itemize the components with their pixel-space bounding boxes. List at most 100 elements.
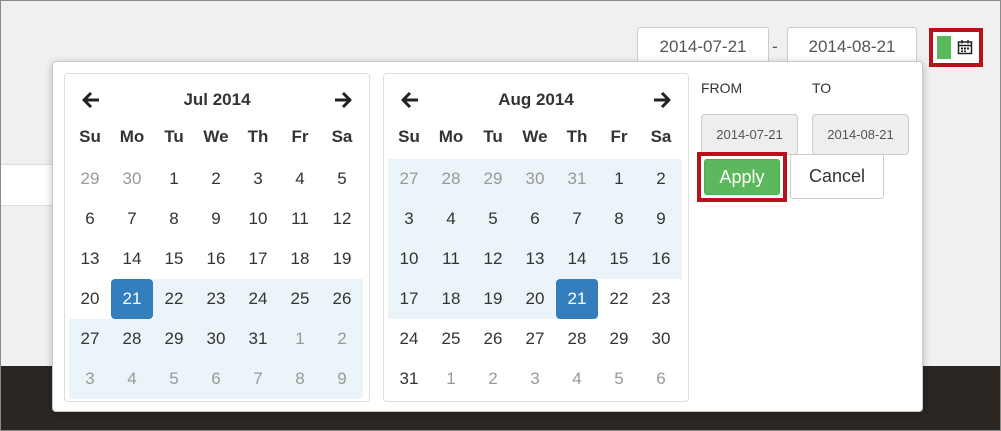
cancel-button[interactable]: Cancel xyxy=(790,154,884,199)
from-date-field[interactable]: 2014-07-21 xyxy=(701,114,798,155)
selected-day-cell[interactable]: 21 xyxy=(111,279,153,319)
day-cell[interactable]: 28 xyxy=(556,319,598,359)
day-cell[interactable]: 12 xyxy=(321,199,363,239)
arrow-right-icon[interactable] xyxy=(333,90,353,110)
to-date-field[interactable]: 2014-08-21 xyxy=(812,114,909,155)
day-cell[interactable]: 27 xyxy=(388,159,430,199)
day-cell[interactable]: 2 xyxy=(195,159,237,199)
selected-day-cell[interactable]: 21 xyxy=(556,279,598,319)
weekday-row: Su Mo Tu We Th Fr Sa xyxy=(69,127,363,147)
day-cell[interactable]: 29 xyxy=(153,319,195,359)
weekday-label: Su xyxy=(79,127,101,146)
day-cell[interactable]: 19 xyxy=(321,239,363,279)
day-cell[interactable]: 22 xyxy=(153,279,195,319)
day-cell[interactable]: 29 xyxy=(69,159,111,199)
day-cell[interactable]: 31 xyxy=(556,159,598,199)
day-cell[interactable]: 17 xyxy=(237,239,279,279)
day-cell[interactable]: 8 xyxy=(279,359,321,399)
day-cell[interactable]: 20 xyxy=(69,279,111,319)
day-cell[interactable]: 24 xyxy=(388,319,430,359)
day-cell[interactable]: 30 xyxy=(195,319,237,359)
day-cell[interactable]: 27 xyxy=(69,319,111,359)
weekday-label: Mo xyxy=(438,127,464,146)
day-grid: 29 30 1 2 3 4 5 6 7 8 9 10 11 12 13 14 15 16 17 18 19 20 21 22 2… xyxy=(69,159,363,399)
day-cell[interactable]: 31 xyxy=(388,359,430,399)
day-cell[interactable]: 29 xyxy=(598,319,640,359)
day-cell[interactable]: 5 xyxy=(153,359,195,399)
day-cell[interactable]: 23 xyxy=(640,279,682,319)
day-cell[interactable]: 24 xyxy=(237,279,279,319)
day-cell[interactable]: 28 xyxy=(430,159,472,199)
weekday-label: Th xyxy=(247,127,269,146)
day-cell[interactable]: 1 xyxy=(598,159,640,199)
day-cell[interactable]: 13 xyxy=(69,239,111,279)
day-cell[interactable]: 20 xyxy=(514,279,556,319)
day-cell[interactable]: 2 xyxy=(321,319,363,359)
day-cell[interactable]: 5 xyxy=(321,159,363,199)
calendar-icon xyxy=(957,40,973,55)
calendar-toggle-button[interactable] xyxy=(929,28,983,67)
day-cell[interactable]: 8 xyxy=(598,199,640,239)
day-cell[interactable]: 1 xyxy=(430,359,472,399)
day-cell[interactable]: 23 xyxy=(195,279,237,319)
day-cell[interactable]: 18 xyxy=(430,279,472,319)
day-cell[interactable]: 16 xyxy=(640,239,682,279)
arrow-right-icon[interactable] xyxy=(652,90,672,110)
day-cell[interactable]: 12 xyxy=(472,239,514,279)
day-cell[interactable]: 14 xyxy=(556,239,598,279)
day-cell[interactable]: 15 xyxy=(153,239,195,279)
day-cell[interactable]: 19 xyxy=(472,279,514,319)
day-cell[interactable]: 29 xyxy=(472,159,514,199)
day-cell[interactable]: 28 xyxy=(111,319,153,359)
day-cell[interactable]: 5 xyxy=(598,359,640,399)
day-cell[interactable]: 30 xyxy=(514,159,556,199)
day-cell[interactable]: 14 xyxy=(111,239,153,279)
day-cell[interactable]: 6 xyxy=(69,199,111,239)
day-cell[interactable]: 7 xyxy=(111,199,153,239)
day-cell[interactable]: 25 xyxy=(430,319,472,359)
day-cell[interactable]: 4 xyxy=(111,359,153,399)
day-cell[interactable]: 11 xyxy=(279,199,321,239)
day-cell[interactable]: 2 xyxy=(472,359,514,399)
day-cell[interactable]: 3 xyxy=(388,199,430,239)
day-cell[interactable]: 3 xyxy=(69,359,111,399)
day-cell[interactable]: 9 xyxy=(321,359,363,399)
day-cell[interactable]: 1 xyxy=(153,159,195,199)
day-cell[interactable]: 15 xyxy=(598,239,640,279)
weekday-label: Th xyxy=(566,127,588,146)
day-cell[interactable]: 13 xyxy=(514,239,556,279)
day-cell[interactable]: 16 xyxy=(195,239,237,279)
day-cell[interactable]: 3 xyxy=(237,159,279,199)
day-cell[interactable]: 30 xyxy=(640,319,682,359)
day-cell[interactable]: 18 xyxy=(279,239,321,279)
day-cell[interactable]: 6 xyxy=(195,359,237,399)
day-cell[interactable]: 5 xyxy=(472,199,514,239)
day-cell[interactable]: 26 xyxy=(472,319,514,359)
day-cell[interactable]: 25 xyxy=(279,279,321,319)
day-cell[interactable]: 4 xyxy=(430,199,472,239)
day-cell[interactable]: 7 xyxy=(237,359,279,399)
apply-button[interactable]: Apply xyxy=(704,159,780,195)
weekday-row: Su Mo Tu We Th Fr Sa xyxy=(388,127,682,147)
calendar-header: Aug 2014 xyxy=(384,88,688,112)
day-cell[interactable]: 10 xyxy=(237,199,279,239)
day-cell[interactable]: 2 xyxy=(640,159,682,199)
day-cell[interactable]: 27 xyxy=(514,319,556,359)
day-cell[interactable]: 22 xyxy=(598,279,640,319)
day-cell[interactable]: 9 xyxy=(195,199,237,239)
day-cell[interactable]: 3 xyxy=(514,359,556,399)
day-cell[interactable]: 17 xyxy=(388,279,430,319)
day-cell[interactable]: 6 xyxy=(640,359,682,399)
day-cell[interactable]: 30 xyxy=(111,159,153,199)
day-cell[interactable]: 6 xyxy=(514,199,556,239)
day-cell[interactable]: 4 xyxy=(279,159,321,199)
day-cell[interactable]: 26 xyxy=(321,279,363,319)
day-cell[interactable]: 10 xyxy=(388,239,430,279)
day-cell[interactable]: 1 xyxy=(279,319,321,359)
day-cell[interactable]: 8 xyxy=(153,199,195,239)
day-cell[interactable]: 11 xyxy=(430,239,472,279)
day-cell[interactable]: 31 xyxy=(237,319,279,359)
day-cell[interactable]: 4 xyxy=(556,359,598,399)
day-cell[interactable]: 9 xyxy=(640,199,682,239)
day-cell[interactable]: 7 xyxy=(556,199,598,239)
